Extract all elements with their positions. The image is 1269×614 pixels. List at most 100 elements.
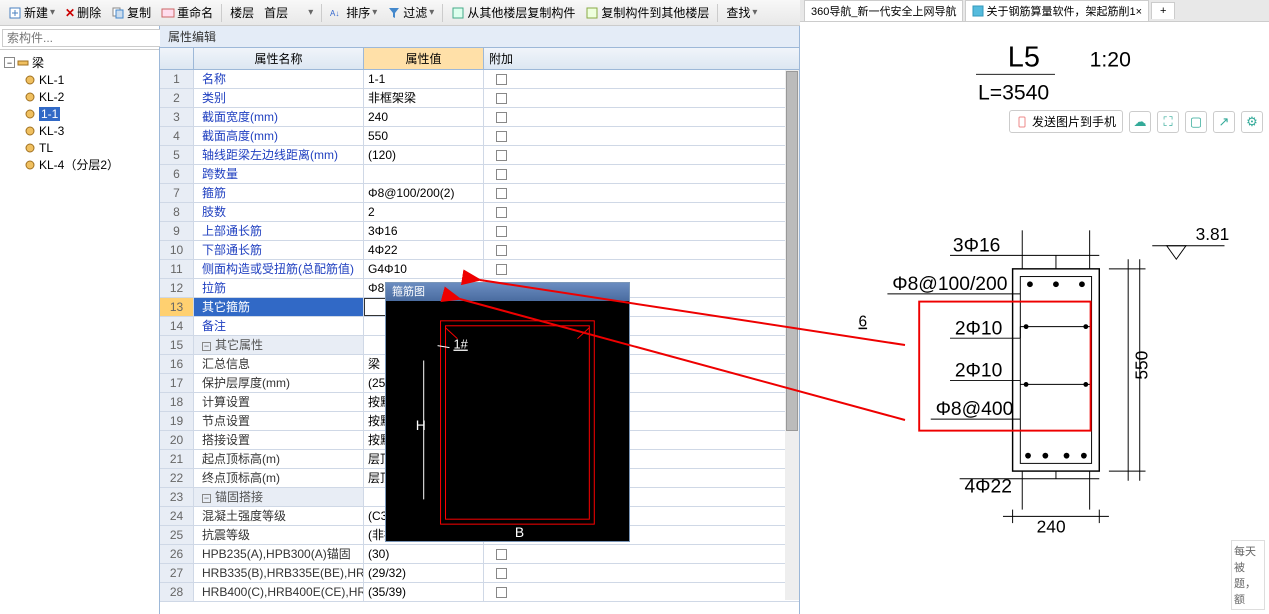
scrollbar[interactable] — [785, 70, 799, 600]
prop-name: HRB400(C),HRB400E(CE),HRBF — [194, 583, 364, 601]
add-checkbox[interactable] — [496, 245, 507, 256]
prop-name: 类别 — [194, 89, 364, 107]
prop-value[interactable]: 2 — [364, 203, 484, 221]
tree-item[interactable]: KL-1 — [2, 71, 157, 88]
rename-button[interactable]: 重命名 — [157, 2, 217, 23]
prop-value[interactable]: Φ8@100/200(2) — [364, 184, 484, 202]
row-number: 8 — [160, 203, 194, 221]
tab-2[interactable]: 关于钢筋算量软件，架起筋削1× — [965, 0, 1149, 21]
property-row[interactable]: 4截面高度(mm)550 — [160, 127, 799, 146]
add-checkbox[interactable] — [496, 264, 507, 275]
beam-icon — [17, 57, 29, 69]
prop-value[interactable]: (120) — [364, 146, 484, 164]
find-button[interactable]: 查找▾ — [722, 2, 761, 23]
property-row[interactable]: 9上部通长筋3Φ16 — [160, 222, 799, 241]
svg-text:A↓: A↓ — [330, 9, 339, 18]
copy-button[interactable]: 复制 — [107, 2, 155, 23]
prop-value[interactable]: 1-1 — [364, 70, 484, 88]
tree-item[interactable]: KL-3 — [2, 122, 157, 139]
prop-name: 节点设置 — [194, 412, 364, 430]
prop-value[interactable] — [364, 165, 484, 183]
property-row[interactable]: 10下部通长筋4Φ22 — [160, 241, 799, 260]
scroll-thumb[interactable] — [786, 71, 798, 431]
prop-name: 备注 — [194, 317, 364, 335]
copy-from-floor-button[interactable]: 从其他楼层复制构件 — [447, 2, 579, 23]
property-row[interactable]: 2类别非框架梁 — [160, 89, 799, 108]
add-checkbox[interactable] — [496, 93, 507, 104]
row-number: 25 — [160, 526, 194, 544]
expand-icon[interactable]: − — [202, 342, 211, 351]
sort-button[interactable]: A↓排序▾ — [326, 2, 381, 23]
property-row[interactable]: 3截面宽度(mm)240 — [160, 108, 799, 127]
svg-text:3Φ16: 3Φ16 — [953, 236, 1000, 257]
tab-add[interactable]: + — [1151, 2, 1175, 19]
expand-icon[interactable]: − — [202, 494, 211, 503]
svg-text:Φ8@400: Φ8@400 — [936, 399, 1014, 420]
property-row[interactable]: 8肢数2 — [160, 203, 799, 222]
copy-to-floor-button[interactable]: 复制构件到其他楼层 — [581, 2, 713, 23]
add-checkbox[interactable] — [496, 207, 507, 218]
add-checkbox[interactable] — [496, 169, 507, 180]
item-icon — [24, 125, 36, 137]
tree-item[interactable]: KL-2 — [2, 88, 157, 105]
tree-root[interactable]: − 梁 — [2, 54, 157, 71]
add-checkbox[interactable] — [496, 74, 507, 85]
tree-item[interactable]: KL-4（分层2） — [2, 156, 157, 173]
prop-name: 跨数量 — [194, 165, 364, 183]
prop-value[interactable]: 非框架梁 — [364, 89, 484, 107]
add-checkbox[interactable] — [496, 568, 507, 579]
sort-icon: A↓ — [330, 6, 344, 20]
prop-value[interactable]: 550 — [364, 127, 484, 145]
row-number: 27 — [160, 564, 194, 582]
tab-1[interactable]: 360导航_新一代安全上网导航 — [804, 0, 963, 21]
row-number: 15 — [160, 336, 194, 354]
property-row[interactable]: 5轴线距梁左边线距离(mm)(120) — [160, 146, 799, 165]
tree-item-label: 1-1 — [39, 107, 60, 121]
search-row — [0, 26, 159, 50]
property-row[interactable]: 6跨数量 — [160, 165, 799, 184]
prop-value[interactable]: G4Φ10 — [364, 260, 484, 278]
prop-value[interactable]: 3Φ16 — [364, 222, 484, 240]
prop-add — [484, 222, 518, 240]
tree-item[interactable]: TL — [2, 139, 157, 156]
add-checkbox[interactable] — [496, 131, 507, 142]
add-checkbox[interactable] — [496, 587, 507, 598]
svg-text:H: H — [416, 417, 426, 433]
property-tab[interactable]: 属性编辑 — [160, 26, 799, 48]
prop-value[interactable]: 4Φ22 — [364, 241, 484, 259]
tree-item[interactable]: 1-1 — [2, 105, 157, 122]
svg-text:3.81: 3.81 — [1196, 224, 1230, 244]
floor-select[interactable]: 首层▾ — [260, 2, 317, 23]
component-tree-panel: − 梁 KL-1KL-2 1-1KL-3TLKL-4（分层2） — [0, 26, 160, 614]
property-row[interactable]: 11侧面构造或受扭筋(总配筋值)G4Φ10 — [160, 260, 799, 279]
prop-name: 搭接设置 — [194, 431, 364, 449]
svg-text:6: 6 — [859, 314, 868, 331]
new-button[interactable]: 新建▾ — [4, 2, 59, 23]
prop-value[interactable]: (29/32) — [364, 564, 484, 582]
svg-text:4Φ22: 4Φ22 — [964, 476, 1011, 497]
prop-name: 起点顶标高(m) — [194, 450, 364, 468]
prop-value[interactable]: 240 — [364, 108, 484, 126]
prop-name: 名称 — [194, 70, 364, 88]
item-icon — [24, 74, 36, 86]
add-checkbox[interactable] — [496, 549, 507, 560]
add-checkbox[interactable] — [496, 112, 507, 123]
collapse-icon[interactable]: − — [4, 57, 15, 68]
property-row[interactable]: 7箍筋Φ8@100/200(2) — [160, 184, 799, 203]
delete-button[interactable]: ✕删除 — [61, 2, 105, 23]
prop-name: −其它属性 — [194, 336, 364, 354]
col-name: 属性名称 — [194, 48, 364, 69]
property-row[interactable]: 28HRB400(C),HRB400E(CE),HRBF(35/39) — [160, 583, 799, 602]
add-checkbox[interactable] — [496, 226, 507, 237]
add-checkbox[interactable] — [496, 188, 507, 199]
property-row[interactable]: 1名称1-1 — [160, 70, 799, 89]
add-checkbox[interactable] — [496, 150, 507, 161]
prop-name: 肢数 — [194, 203, 364, 221]
search-input[interactable] — [2, 29, 167, 47]
property-row[interactable]: 27HRB335(B),HRB335E(BE),HRBF(29/32) — [160, 564, 799, 583]
property-row[interactable]: 26HPB235(A),HPB300(A)锚固(30) — [160, 545, 799, 564]
filter-button[interactable]: 过滤▾ — [383, 2, 438, 23]
prop-value[interactable]: (30) — [364, 545, 484, 563]
prop-value[interactable]: (35/39) — [364, 583, 484, 601]
svg-text:550: 550 — [1131, 351, 1151, 380]
